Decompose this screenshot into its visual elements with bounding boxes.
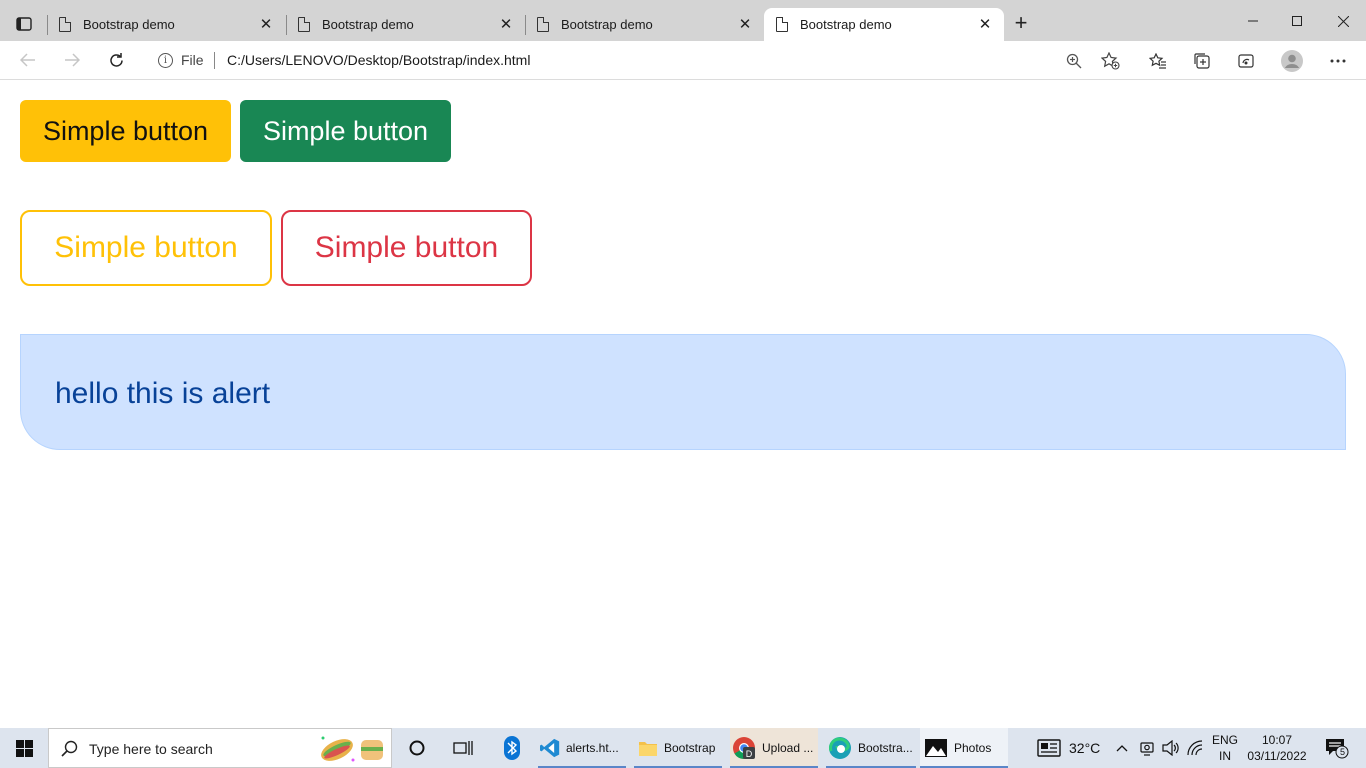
tab-close-icon[interactable]: ✕	[257, 15, 275, 33]
minimize-icon	[1248, 20, 1258, 22]
more-menu-icon[interactable]	[1326, 49, 1350, 73]
news-weather-icon	[1037, 739, 1061, 757]
meet-now-icon[interactable]	[1138, 728, 1156, 768]
page-icon	[776, 17, 788, 32]
input-language-indicator[interactable]: ENG IN	[1210, 732, 1240, 764]
tab-title: Bootstrap demo	[800, 17, 892, 32]
volume-icon[interactable]	[1161, 728, 1181, 768]
language-region: IN	[1219, 749, 1231, 763]
success-button[interactable]: Simple button	[240, 100, 451, 162]
tab-actions-icon[interactable]	[10, 12, 38, 36]
taskbar-app-chrome[interactable]: D Upload ...	[730, 728, 818, 768]
refresh-button[interactable]	[104, 49, 128, 71]
taskbar-app-label: alerts.ht...	[566, 741, 619, 755]
tab-title: Bootstrap demo	[83, 17, 175, 32]
maximize-button[interactable]	[1274, 8, 1320, 34]
taskbar-app-vscode[interactable]: alerts.ht...	[538, 728, 626, 768]
browser-toolbar: i File C:/Users/LENOVO/Desktop/Bootstrap…	[0, 41, 1366, 80]
back-arrow-icon	[20, 53, 35, 67]
task-view-icon	[453, 741, 473, 755]
page-icon	[537, 17, 549, 32]
system-clock[interactable]: 10:07 03/11/2022	[1244, 732, 1310, 764]
cortana-icon	[409, 740, 425, 756]
refresh-icon	[109, 52, 123, 67]
tab-close-icon[interactable]: ✕	[976, 15, 994, 33]
windows-taskbar: Type here to search alerts.ht... Bootstr…	[0, 728, 1366, 768]
wifi-icon[interactable]	[1186, 728, 1206, 768]
close-window-button[interactable]	[1320, 8, 1366, 34]
back-button[interactable]	[16, 49, 40, 71]
tab-close-icon[interactable]: ✕	[736, 15, 754, 33]
weather-widget[interactable]: 32°C	[1037, 728, 1100, 768]
browser-tab-4-active[interactable]: Bootstrap demo ✕	[764, 8, 1004, 41]
zoom-icon[interactable]	[1063, 50, 1085, 72]
taskbar-app-label: Upload ...	[762, 741, 814, 755]
close-icon	[1337, 15, 1349, 27]
browser-tab-3[interactable]: Bootstrap demo ✕	[525, 8, 764, 41]
taskbar-app-explorer[interactable]: Bootstrap	[634, 728, 722, 768]
tab-title: Bootstrap demo	[561, 17, 653, 32]
taskbar-app-label: Photos	[954, 741, 992, 755]
alert-box: hello this is alert	[20, 334, 1346, 450]
clock-time: 10:07	[1261, 733, 1293, 747]
folder-icon	[638, 738, 658, 758]
svg-text:D: D	[746, 749, 753, 759]
notification-center-button[interactable]: 5	[1322, 728, 1352, 768]
outline-danger-button[interactable]: Simple button	[281, 210, 532, 286]
maximize-icon	[1292, 16, 1302, 26]
browser-essentials-icon[interactable]	[1234, 49, 1258, 73]
address-separator	[214, 52, 215, 69]
outline-warning-button[interactable]: Simple button	[20, 210, 272, 286]
start-button[interactable]	[0, 728, 48, 768]
cortana-button[interactable]	[404, 728, 430, 768]
task-view-button[interactable]	[450, 728, 476, 768]
taskbar-search-box[interactable]: Type here to search	[48, 728, 392, 768]
bluetooth-app-button[interactable]	[500, 728, 524, 768]
taskbar-app-photos[interactable]: Photos	[920, 728, 1008, 768]
page-icon	[298, 17, 310, 32]
chevron-up-icon	[1116, 745, 1128, 752]
site-info-icon[interactable]: i	[158, 53, 173, 68]
photos-icon	[924, 738, 948, 758]
edge-icon	[828, 737, 852, 759]
browser-tab-1[interactable]: Bootstrap demo ✕	[47, 8, 285, 41]
favorites-icon[interactable]	[1146, 49, 1170, 73]
profile-avatar[interactable]	[1280, 49, 1304, 73]
notification-count: 5	[1340, 747, 1346, 757]
collections-icon[interactable]	[1190, 49, 1214, 73]
bluetooth-icon	[504, 736, 520, 760]
add-favorite-icon[interactable]	[1099, 50, 1121, 72]
browser-tab-strip: Bootstrap demo ✕ Bootstrap demo ✕ Bootst…	[0, 0, 1366, 41]
minimize-button[interactable]	[1230, 8, 1276, 34]
search-placeholder: Type here to search	[89, 741, 213, 757]
tab-close-icon[interactable]: ✕	[497, 15, 515, 33]
taskbar-app-edge[interactable]: Bootstra...	[826, 728, 916, 768]
notifications-icon	[1326, 739, 1349, 759]
search-highlight-sandwich-icon	[321, 736, 383, 762]
scheme-label: File	[181, 52, 204, 68]
new-tab-button[interactable]: +	[1010, 11, 1032, 35]
forward-button[interactable]	[60, 49, 84, 71]
alert-message: hello this is alert	[55, 377, 271, 410]
language-code: ENG	[1211, 733, 1238, 747]
taskbar-app-label: Bootstra...	[858, 741, 913, 755]
windows-logo-icon	[15, 739, 33, 757]
vscode-icon	[540, 738, 560, 758]
clock-date: 03/11/2022	[1247, 749, 1307, 763]
weather-temperature: 32°C	[1069, 740, 1101, 756]
search-icon	[61, 740, 78, 757]
browser-tab-2[interactable]: Bootstrap demo ✕	[286, 8, 525, 41]
address-bar[interactable]: i File C:/Users/LENOVO/Desktop/Bootstrap…	[145, 46, 1130, 75]
taskbar-app-label: Bootstrap	[664, 741, 716, 755]
url-text[interactable]: C:/Users/LENOVO/Desktop/Bootstrap/index.…	[227, 52, 530, 68]
forward-arrow-icon	[65, 53, 80, 67]
page-icon	[59, 17, 71, 32]
warning-button[interactable]: Simple button	[20, 100, 231, 162]
tab-title: Bootstrap demo	[322, 17, 414, 32]
show-hidden-icons-button[interactable]	[1114, 728, 1130, 768]
chrome-icon: D	[732, 737, 756, 759]
